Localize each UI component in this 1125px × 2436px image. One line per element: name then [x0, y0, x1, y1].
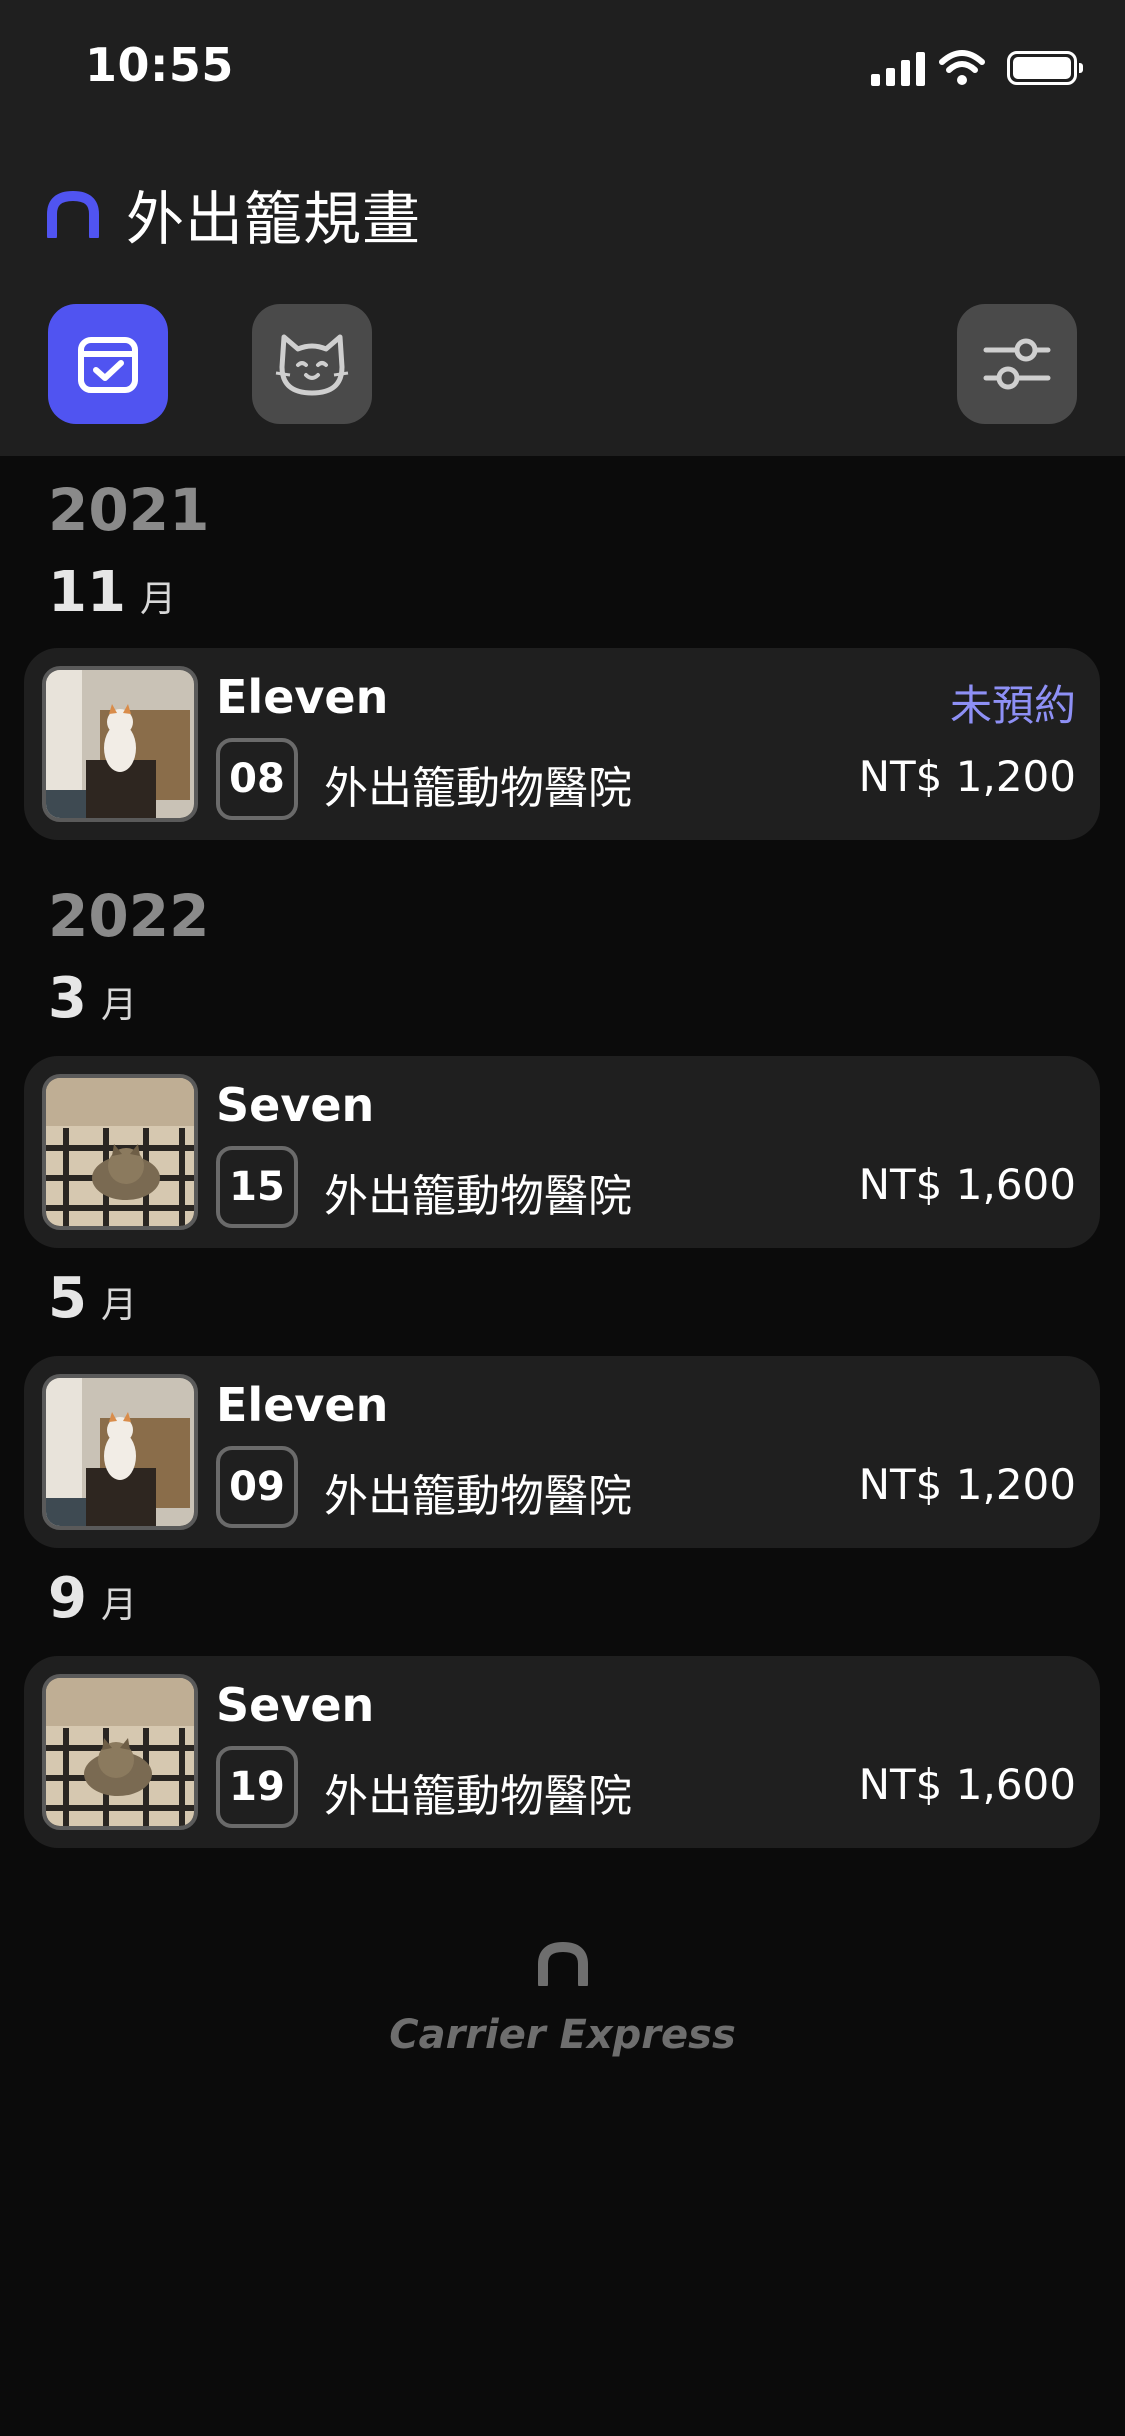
title-row: 外出籠規畫 — [46, 172, 421, 256]
day-badge: 08 — [216, 738, 298, 820]
sliders-icon — [983, 338, 1051, 390]
cat-name: Eleven — [216, 1378, 389, 1432]
calendar-check-icon — [78, 337, 138, 393]
price: NT$ 1,200 — [858, 752, 1076, 801]
appointment-card[interactable]: Eleven 09 外出籠動物醫院 NT$ 1,200 — [24, 1356, 1100, 1548]
price: NT$ 1,600 — [858, 1760, 1076, 1809]
carrier-logo-icon — [537, 1941, 588, 1989]
day-badge: 09 — [216, 1446, 298, 1528]
year-heading: 2021 — [48, 476, 210, 544]
brand-name: Carrier Express — [389, 2012, 736, 2058]
page-title: 外出籠規畫 — [126, 185, 422, 253]
year-heading: 2022 — [48, 882, 210, 950]
clinic-name: 外出籠動物醫院 — [324, 1171, 632, 1222]
cat-name: Seven — [216, 1078, 375, 1132]
clinic-name: 外出籠動物醫院 — [324, 1471, 632, 1522]
clinic-name: 外出籠動物醫院 — [324, 763, 632, 814]
cellular-signal-icon — [871, 50, 925, 86]
status-time: 10:55 — [85, 38, 234, 92]
cat-photo — [42, 1374, 198, 1530]
cat-photo — [42, 666, 198, 822]
month-heading: 11 月 — [48, 560, 176, 625]
cat-button[interactable] — [252, 304, 372, 424]
footer: Carrier Express — [0, 1940, 1125, 2058]
cat-name: Seven — [216, 1678, 375, 1732]
appointment-card[interactable]: Seven 15 外出籠動物醫院 NT$ 1,600 — [24, 1056, 1100, 1248]
cat-name: Eleven — [216, 670, 389, 724]
day-badge: 19 — [216, 1746, 298, 1828]
day-badge: 15 — [216, 1146, 298, 1228]
price: NT$ 1,600 — [858, 1160, 1076, 1209]
appointment-card[interactable]: Seven 19 外出籠動物醫院 NT$ 1,600 — [24, 1656, 1100, 1848]
month-heading: 9 月 — [48, 1566, 137, 1631]
month-heading: 3 月 — [48, 966, 137, 1031]
schedule-button[interactable] — [48, 304, 168, 424]
cat-photo — [42, 1074, 198, 1230]
carrier-logo-icon — [47, 190, 99, 238]
status-badge: 未預約 — [949, 681, 1076, 730]
settings-button[interactable] — [957, 304, 1077, 424]
app-header: 10:55 外出籠規畫 — [0, 0, 1125, 456]
clinic-name: 外出籠動物醫院 — [324, 1771, 632, 1822]
appointment-card[interactable]: Eleven 未預約 08 外出籠動物醫院 NT$ 1,200 — [24, 648, 1100, 840]
price: NT$ 1,200 — [858, 1460, 1076, 1509]
cat-icon — [275, 334, 349, 396]
battery-icon — [1007, 51, 1083, 85]
wifi-icon — [939, 50, 985, 85]
status-icons — [871, 50, 1083, 86]
cat-photo — [42, 1674, 198, 1830]
month-heading: 5 月 — [48, 1266, 137, 1331]
